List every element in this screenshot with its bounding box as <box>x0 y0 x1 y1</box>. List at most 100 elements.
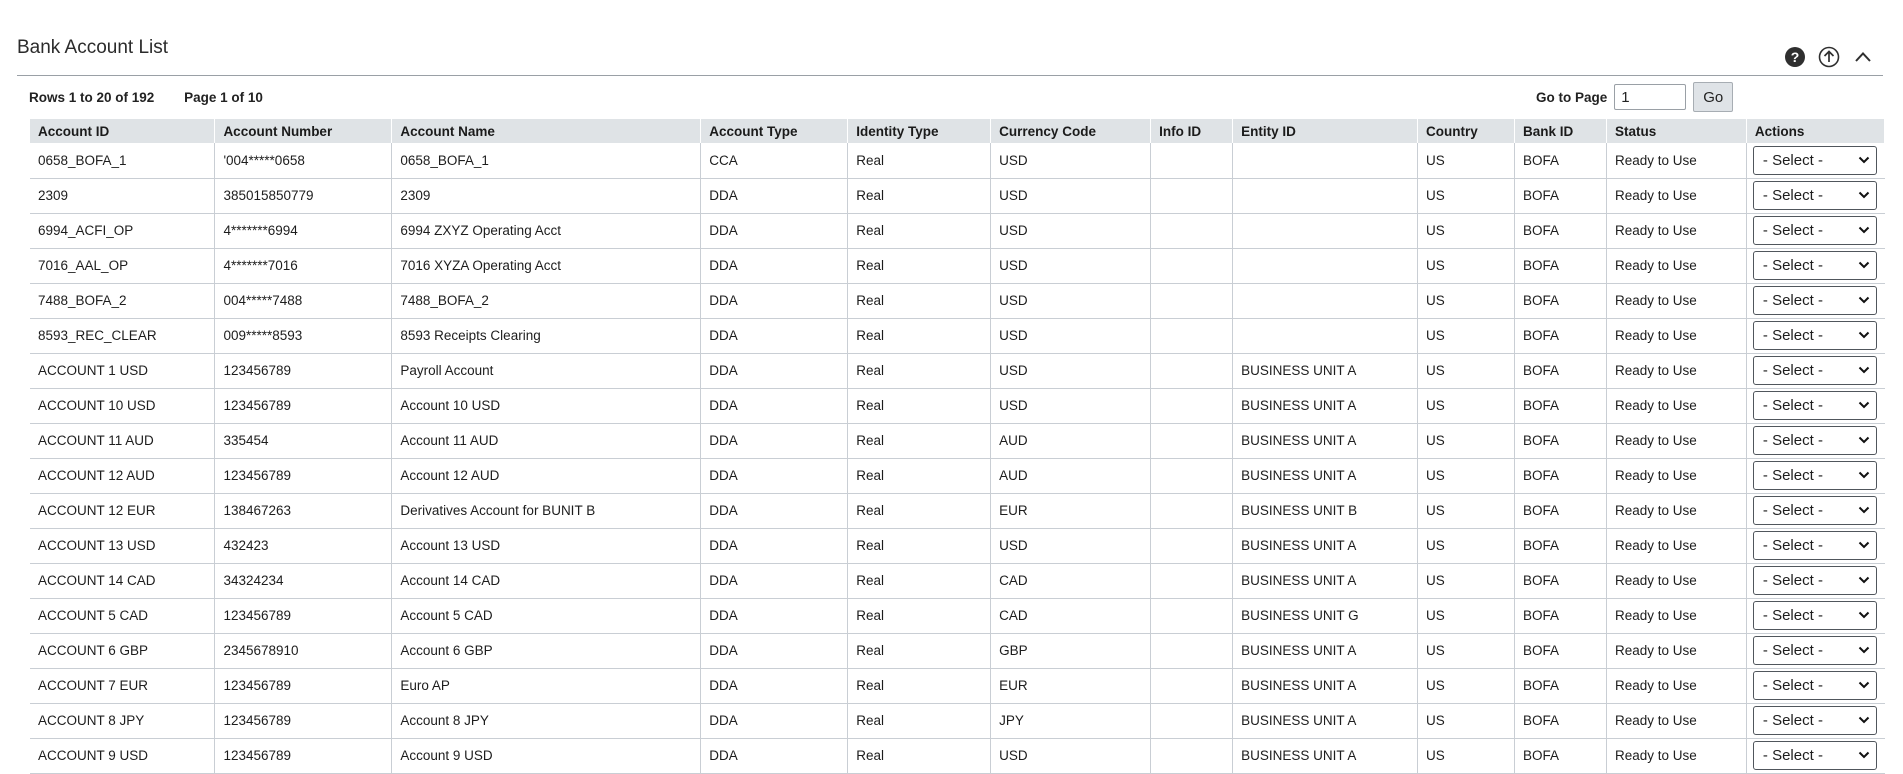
actions-select-label: - Select - <box>1762 362 1823 379</box>
go-button[interactable]: Go <box>1693 82 1734 112</box>
table-cell: 6994_ACFI_OP <box>30 213 216 249</box>
table-cell: BOFA <box>1514 703 1607 739</box>
table-cell: ACCOUNT 14 CAD <box>30 563 216 599</box>
actions-select[interactable]: - Select - <box>1752 426 1877 455</box>
table-row: 6994_ACFI_OP 4*******6994 6994 ZXYZ Operat… <box>30 213 1885 249</box>
actions-select[interactable]: - Select - <box>1752 566 1877 595</box>
table-cell: 7016_AAL_OP <box>30 248 216 284</box>
table-cell: 4*******7016 <box>214 248 393 284</box>
actions-select[interactable]: - Select - <box>1752 706 1877 735</box>
table-row: ACCOUNT 9 USD 123456789 Account 9 USD DDA Re… <box>30 738 1885 774</box>
table-cell: CAD <box>990 598 1152 634</box>
table-header-row: Account ID Account Number Account Name Acco… <box>30 119 1886 143</box>
table-cell: ACCOUNT 13 USD <box>30 528 216 564</box>
column-header[interactable]: Entity ID <box>1232 119 1419 143</box>
column-header[interactable]: Country <box>1417 119 1515 143</box>
table-cell: Ready to Use <box>1606 388 1747 424</box>
help-icon[interactable]: ? <box>1783 45 1807 69</box>
table-row: 8593_REC_CLEAR 009*****8593 8593 Receipts … <box>30 318 1885 354</box>
column-header[interactable]: Account ID <box>30 119 216 143</box>
table-cell: DDA <box>700 283 849 319</box>
table-cell: Ready to Use <box>1606 563 1747 599</box>
table-cell: US <box>1417 213 1515 249</box>
table-cell: Ready to Use <box>1606 143 1747 179</box>
table-cell: Account 10 USD <box>391 388 702 424</box>
table-cell: US <box>1417 528 1515 564</box>
table-row: 7016_AAL_OP 4*******7016 7016 XYZA Operati… <box>30 248 1885 284</box>
table-cell: ACCOUNT 11 AUD <box>30 423 216 459</box>
table-cell: Derivatives Account for BUNIT B <box>391 493 702 529</box>
table-cell: USD <box>990 528 1152 564</box>
column-header[interactable]: Bank ID <box>1514 119 1607 143</box>
actions-select[interactable]: - Select - <box>1752 251 1877 280</box>
column-header[interactable]: Account Number <box>214 119 393 143</box>
table-cell: 123456789 <box>214 703 393 739</box>
column-header[interactable]: Actions <box>1746 119 1886 143</box>
column-header[interactable]: Account Type <box>700 119 849 143</box>
actions-select[interactable]: - Select - <box>1752 181 1877 210</box>
upload-icon[interactable] <box>1817 45 1841 69</box>
chevron-down-icon <box>1858 677 1870 694</box>
page-title: Bank Account List <box>17 37 169 58</box>
actions-select[interactable]: - Select - <box>1752 145 1877 175</box>
actions-cell: - Select - <box>1746 248 1885 284</box>
table-cell <box>1232 248 1419 284</box>
table-cell: BUSINESS UNIT A <box>1232 458 1419 494</box>
table-row: 7488_BOFA_2 004*****7488 7488_BOFA_2 DDA Rea… <box>30 283 1885 319</box>
column-header[interactable]: Status <box>1606 119 1747 143</box>
column-header[interactable]: Identity Type <box>847 119 992 143</box>
table-cell: '004*****0658 <box>214 143 393 179</box>
actions-select[interactable]: - Select - <box>1752 216 1877 245</box>
column-header[interactable]: Currency Code <box>990 119 1152 143</box>
table-cell: Real <box>847 353 992 389</box>
column-header[interactable]: Account Name <box>391 119 702 143</box>
table-cell: 7016 XYZA Operating Acct <box>391 248 702 284</box>
column-header[interactable]: Info ID <box>1150 119 1234 143</box>
actions-select[interactable]: - Select - <box>1752 461 1877 490</box>
table-row: ACCOUNT 6 GBP 2345678910 Account 6 GBP DDA R… <box>30 633 1885 669</box>
actions-cell: - Select - <box>1746 388 1885 424</box>
table-cell: 34324234 <box>214 563 393 599</box>
table-cell: Ready to Use <box>1606 738 1747 774</box>
chevron-down-icon <box>1858 362 1870 379</box>
table-cell: US <box>1417 318 1515 354</box>
chevron-down-icon <box>1858 537 1870 554</box>
table-cell: BOFA <box>1514 668 1607 704</box>
table-cell: BUSINESS UNIT B <box>1232 493 1419 529</box>
actions-select[interactable]: - Select - <box>1752 391 1877 420</box>
actions-select[interactable]: - Select - <box>1752 531 1877 560</box>
table-cell: CAD <box>990 563 1152 599</box>
table-cell: BUSINESS UNIT A <box>1232 388 1419 424</box>
table-cell: DDA <box>700 563 849 599</box>
table-cell: 0658_BOFA_1 <box>391 143 702 179</box>
actions-select[interactable]: - Select - <box>1752 741 1877 770</box>
table-cell: Ready to Use <box>1606 423 1747 459</box>
table-cell: Account 12 AUD <box>391 458 702 494</box>
table-cell: BOFA <box>1514 318 1607 354</box>
actions-select[interactable]: - Select - <box>1752 636 1877 665</box>
actions-select[interactable]: - Select - <box>1752 671 1877 700</box>
table-cell: ACCOUNT 1 USD <box>30 353 216 389</box>
table-cell: Ready to Use <box>1606 598 1747 634</box>
table-cell: USD <box>990 353 1152 389</box>
actions-select[interactable]: - Select - <box>1752 356 1877 385</box>
actions-select-label: - Select - <box>1762 327 1823 344</box>
table-cell <box>1150 633 1234 669</box>
actions-select-label: - Select - <box>1762 677 1823 694</box>
header-icons: ? <box>1783 45 1875 69</box>
actions-select[interactable]: - Select - <box>1752 496 1877 525</box>
table-cell: Account 13 USD <box>391 528 702 564</box>
collapse-icon[interactable] <box>1851 45 1875 69</box>
actions-select-label: - Select - <box>1762 151 1823 169</box>
table-cell: 123456789 <box>214 458 393 494</box>
actions-select[interactable]: - Select - <box>1752 601 1877 630</box>
table-cell: BUSINESS UNIT A <box>1232 633 1419 669</box>
actions-select[interactable]: - Select - <box>1752 286 1877 315</box>
table-cell <box>1232 318 1419 354</box>
actions-cell: - Select - <box>1746 458 1885 494</box>
actions-select[interactable]: - Select - <box>1752 321 1877 350</box>
actions-select-label: - Select - <box>1762 642 1823 659</box>
table-cell: BUSINESS UNIT A <box>1232 668 1419 704</box>
goto-page-input[interactable] <box>1614 84 1687 110</box>
table-cell: BOFA <box>1514 598 1607 634</box>
